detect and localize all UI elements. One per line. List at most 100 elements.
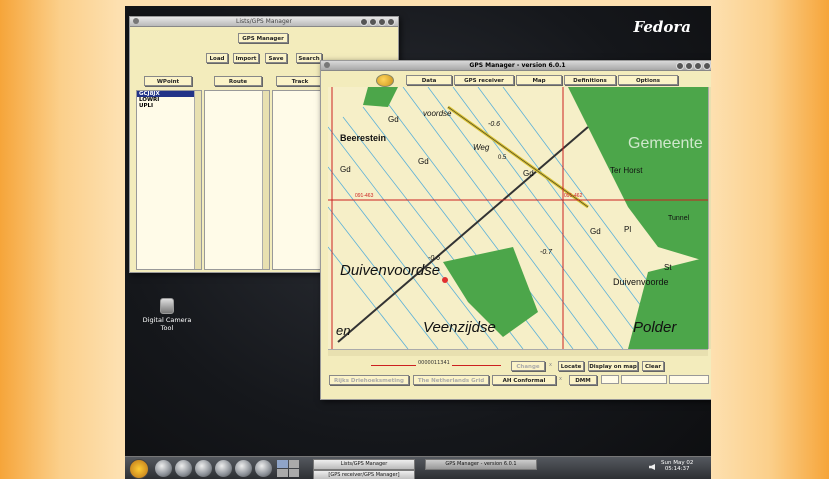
desktop-icon-label-1: Digital Camera bbox=[142, 316, 192, 324]
route-column-button[interactable]: Route bbox=[214, 76, 262, 86]
display-on-map-button[interactable]: Display on map bbox=[588, 361, 638, 371]
map-canvas[interactable]: Beerestein voordse Weg 0.5 -0.6 Gemeente… bbox=[328, 87, 708, 349]
datum-button[interactable]: Rijks Driehoeksmeting bbox=[329, 375, 409, 385]
workspace-4[interactable] bbox=[288, 469, 299, 477]
digital-camera-desktop-icon[interactable]: Digital Camera Tool bbox=[137, 298, 197, 332]
grid-button[interactable]: The Netherlands Grid bbox=[413, 375, 489, 385]
menu-map[interactable]: Map bbox=[516, 75, 562, 85]
map-label: Gemeente bbox=[628, 135, 703, 152]
window-menu-icon[interactable] bbox=[133, 18, 139, 24]
clock-time: 05:14:37 bbox=[664, 466, 690, 472]
gps-manager-window: GPS Manager - version 6.0.1 Data GPS rec… bbox=[320, 60, 711, 400]
clock[interactable]: Sun May 02 05:14:37 bbox=[661, 460, 693, 472]
map-label: 091-462 bbox=[564, 193, 583, 199]
fedora-logo: Fedora bbox=[633, 18, 692, 36]
map-label: Pl bbox=[624, 225, 632, 234]
map-label: 091-463 bbox=[355, 193, 374, 199]
close-icon[interactable] bbox=[703, 62, 711, 70]
lists-window-titlebar[interactable]: Lists/GPS Manager bbox=[130, 17, 398, 27]
map-label: Gd bbox=[340, 165, 351, 174]
map-label: voordse bbox=[423, 109, 452, 118]
window-controls bbox=[676, 62, 711, 70]
task-label: Lists/GPS Manager bbox=[340, 461, 388, 467]
wpoint-column-button[interactable]: WPoint bbox=[144, 76, 192, 86]
scale-value: 0000011341 bbox=[416, 360, 452, 366]
menu-options[interactable]: Options bbox=[618, 75, 678, 85]
shade-icon[interactable] bbox=[694, 62, 702, 70]
menu-gps-receiver[interactable]: GPS receiver bbox=[454, 75, 514, 85]
waypoint-list[interactable]: GCJ8JX LOWRI UPLI bbox=[136, 90, 202, 270]
separator-x: x bbox=[559, 376, 562, 382]
calc-icon[interactable] bbox=[215, 460, 232, 477]
gps-window-titlebar[interactable]: GPS Manager - version 6.0.1 bbox=[321, 61, 711, 71]
menu-data[interactable]: Data bbox=[406, 75, 452, 85]
gps-manager-button[interactable]: GPS Manager bbox=[238, 33, 288, 43]
workspace-3[interactable] bbox=[277, 469, 288, 477]
minimize-icon[interactable] bbox=[360, 18, 368, 26]
map-label: Veenzijdse bbox=[423, 319, 496, 336]
track-column-button[interactable]: Track bbox=[276, 76, 324, 86]
volume-icon[interactable] bbox=[649, 464, 655, 470]
map-label: 0.5 bbox=[498, 155, 507, 161]
desktop: Fedora Digital Camera Tool Lists/GPS Man… bbox=[125, 6, 711, 479]
clear-button[interactable]: Clear bbox=[642, 361, 664, 371]
map-vertical-scrollbar[interactable] bbox=[708, 87, 711, 349]
road bbox=[447, 106, 589, 208]
locate-button[interactable]: Locate bbox=[558, 361, 584, 371]
gps-window-title: GPS Manager - version 6.0.1 bbox=[469, 62, 566, 69]
minimize-icon[interactable] bbox=[676, 62, 684, 70]
mail-icon[interactable] bbox=[175, 460, 192, 477]
fedora-menu-icon[interactable] bbox=[129, 459, 149, 479]
change-button[interactable]: Change bbox=[511, 361, 545, 371]
print-icon[interactable] bbox=[255, 460, 272, 477]
maximize-icon[interactable] bbox=[369, 18, 377, 26]
lists-window-title: Lists/GPS Manager bbox=[236, 18, 292, 25]
meadow-area bbox=[363, 87, 398, 107]
import-button[interactable]: Import bbox=[233, 53, 259, 63]
map-horizontal-scrollbar[interactable] bbox=[328, 349, 708, 356]
list-item[interactable]: UPLI bbox=[137, 103, 201, 109]
search-button[interactable]: Search bbox=[296, 53, 322, 63]
task-gps-receiver[interactable]: [GPS receiver/GPS Manager] bbox=[313, 470, 415, 479]
map-label: Ter Horst bbox=[610, 166, 643, 175]
route-list[interactable] bbox=[204, 90, 270, 270]
task-label: [GPS receiver/GPS Manager] bbox=[328, 472, 400, 478]
projection-button[interactable]: AH Conformal bbox=[492, 375, 556, 385]
browser-icon[interactable] bbox=[155, 460, 172, 477]
map-label: Gd bbox=[590, 227, 601, 236]
menu-definitions[interactable]: Definitions bbox=[564, 75, 616, 85]
map-label: Gd bbox=[388, 115, 399, 124]
map-label: Duivenvoorde bbox=[613, 277, 669, 287]
gps-logo-icon[interactable] bbox=[376, 74, 394, 87]
task-gps-manager[interactable]: GPS Manager - version 6.0.1 bbox=[425, 459, 537, 470]
separator-x: x bbox=[549, 362, 552, 368]
topo-map bbox=[328, 87, 708, 349]
close-icon[interactable] bbox=[387, 18, 395, 26]
window-controls bbox=[360, 18, 395, 26]
maximize-icon[interactable] bbox=[685, 62, 693, 70]
map-label: Tunnel bbox=[668, 215, 690, 222]
map-label: Polder bbox=[633, 319, 677, 336]
workspace-switcher[interactable] bbox=[277, 460, 299, 477]
coordinate-field[interactable] bbox=[669, 375, 709, 384]
format-button[interactable]: DMM bbox=[569, 375, 597, 385]
map-label: -0.7 bbox=[540, 249, 553, 256]
save-button[interactable]: Save bbox=[265, 53, 287, 63]
coordinate-field[interactable] bbox=[621, 375, 667, 384]
task-lists-gps-manager[interactable]: Lists/GPS Manager bbox=[313, 459, 415, 470]
map-label: Gd bbox=[523, 169, 534, 178]
writer-icon[interactable] bbox=[195, 460, 212, 477]
route-scrollbar[interactable] bbox=[262, 91, 269, 269]
workspace-2[interactable] bbox=[288, 460, 299, 468]
map-label: -0.6 bbox=[428, 255, 441, 262]
map-label: Beerestein bbox=[340, 133, 387, 143]
workspace-1[interactable] bbox=[277, 460, 288, 468]
map-label: en bbox=[336, 323, 351, 338]
task-label: GPS Manager - version 6.0.1 bbox=[445, 461, 517, 467]
window-menu-icon[interactable] bbox=[324, 62, 330, 68]
waypoint-scrollbar[interactable] bbox=[194, 91, 201, 269]
impress-icon[interactable] bbox=[235, 460, 252, 477]
load-button[interactable]: Load bbox=[206, 53, 228, 63]
shade-icon[interactable] bbox=[378, 18, 386, 26]
coordinate-field[interactable] bbox=[601, 375, 619, 384]
